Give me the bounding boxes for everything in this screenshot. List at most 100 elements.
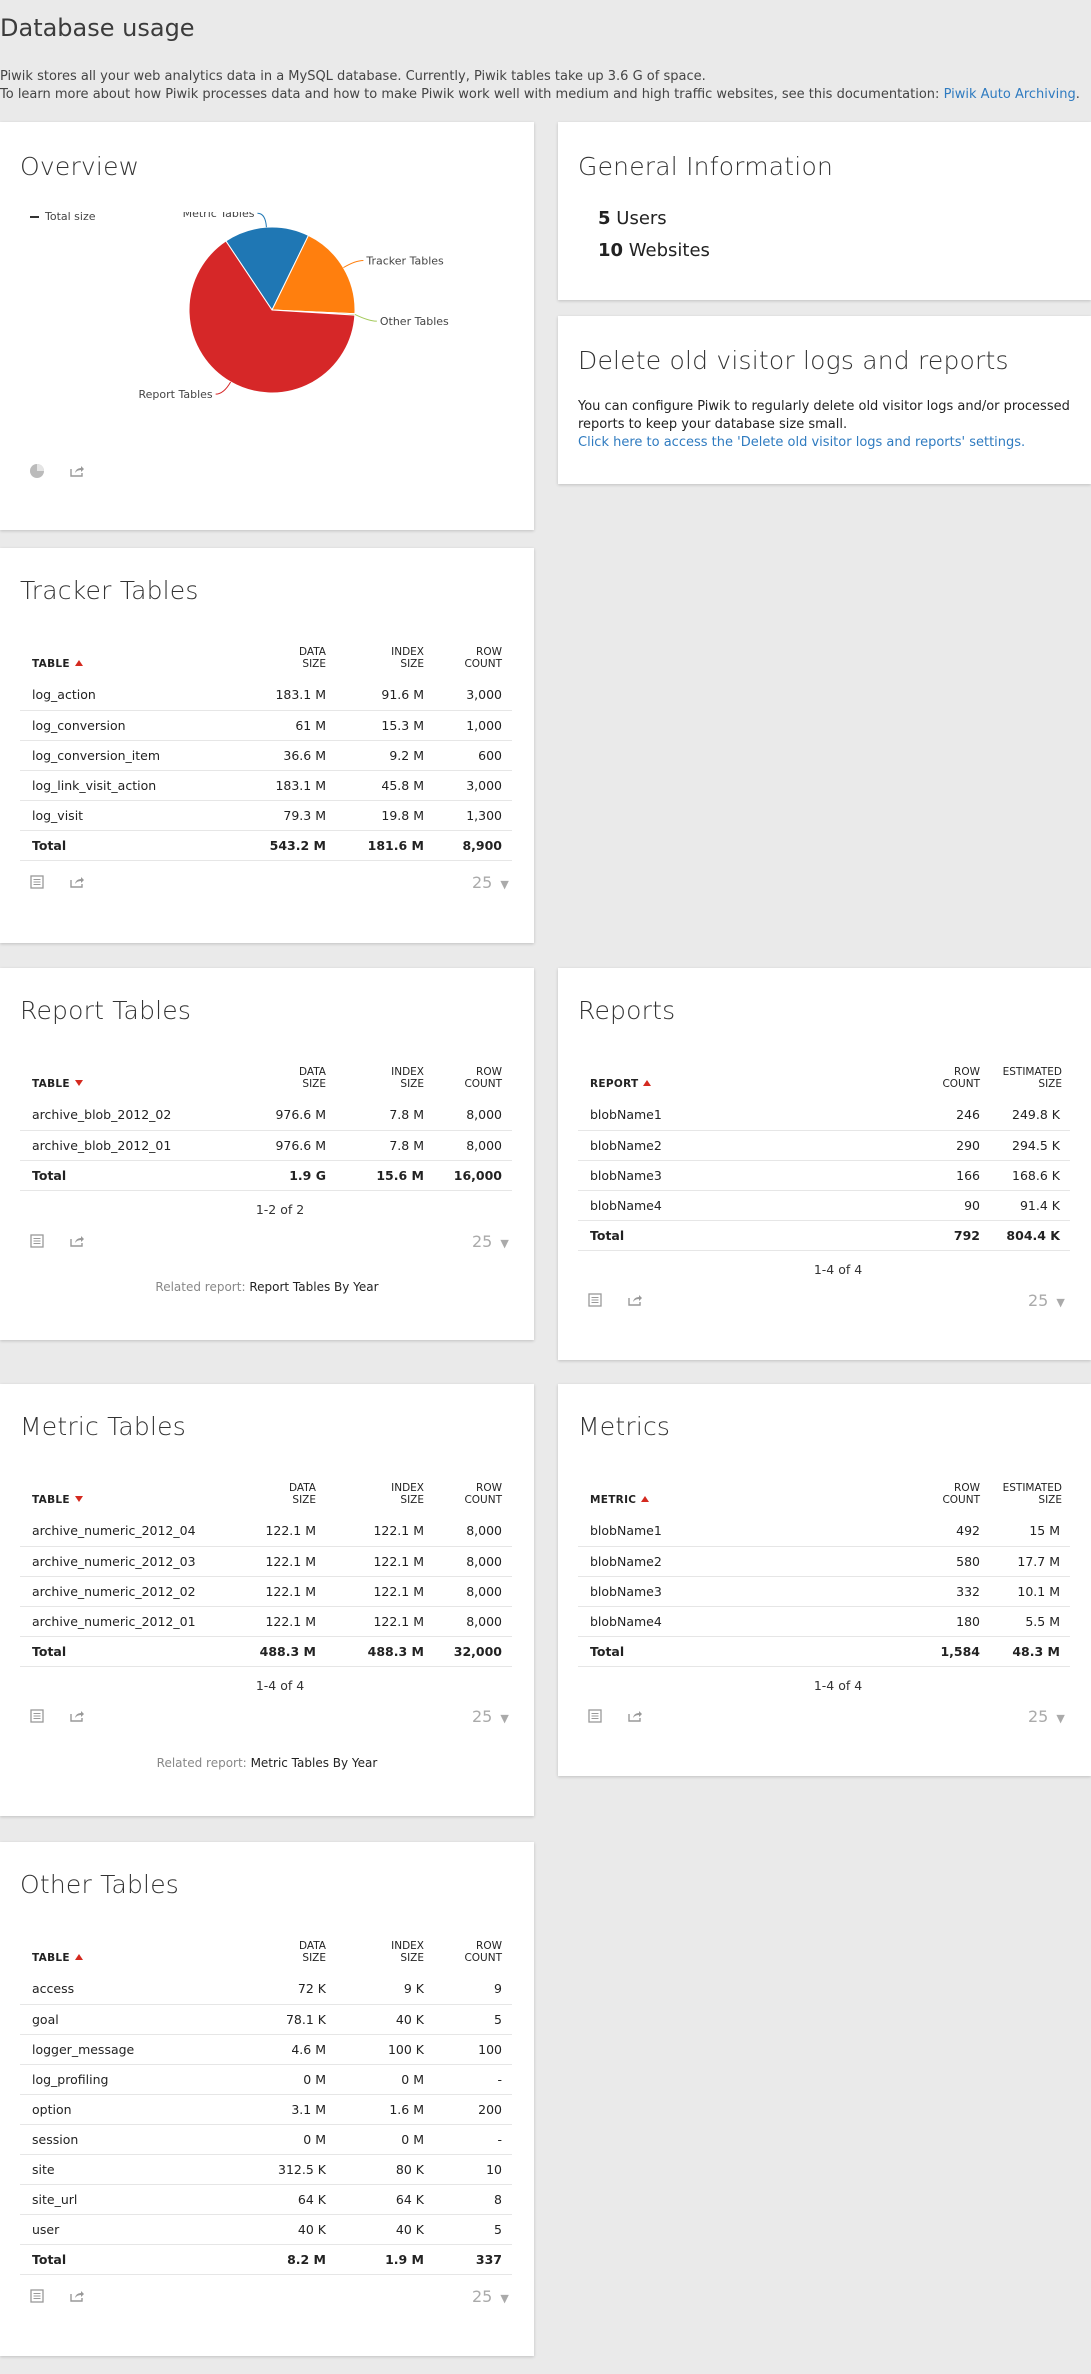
limit-selector[interactable]: 25 ▼ (472, 1707, 509, 1726)
table-view-icon[interactable] (28, 873, 46, 891)
column-header-row-count[interactable]: ROW COUNT (424, 646, 512, 680)
table-row[interactable]: archive_numeric_2012_04 122.1 M 122.1 M 8,0… (20, 1516, 512, 1547)
table-row[interactable]: access 72 K9 K9 (20, 1974, 512, 2005)
pie-label-connector (354, 313, 377, 322)
table-cell-rows: 8,000 (424, 1546, 512, 1577)
table-row[interactable]: blobName2 290 294.5 K (578, 1130, 1070, 1161)
total-cell-index: 488.3 M (316, 1636, 424, 1667)
total-cell-data: 8.2 M (216, 2244, 326, 2275)
table-row[interactable]: site 312.5 K 80 K 10 (20, 2154, 512, 2185)
column-header-data-size[interactable]: DATA SIZE (216, 1482, 316, 1516)
delete-logs-settings-link[interactable]: Click here to access the 'Delete old vis… (578, 435, 1025, 450)
limit-selector[interactable]: 25 ▼ (1028, 1291, 1065, 1310)
limit-selector[interactable]: 25 ▼ (1028, 1707, 1065, 1726)
pie-chart-icon[interactable] (28, 462, 46, 480)
column-header-table[interactable]: TABLE (20, 1940, 216, 1974)
table-row[interactable]: session 0 M0 M- (20, 2124, 512, 2155)
table-cell-index: 1.6 M (326, 2094, 424, 2125)
table-cell-rows: 200 (424, 2094, 512, 2125)
export-icon[interactable] (68, 1232, 86, 1250)
table-row[interactable]: blobName4 90 91.4 K (578, 1190, 1070, 1221)
table-row[interactable]: option 3.1 M 1.6 M 200 (20, 2094, 512, 2125)
column-header-estimated-size[interactable]: ESTIMATED SIZE (980, 1066, 1070, 1100)
column-header-row-count[interactable]: ROW COUNT (424, 1482, 512, 1516)
reports-table: REPORT ROW COUNT ESTIMATED SIZE blobName1 2… (578, 1066, 1070, 1251)
table-row[interactable]: archive_numeric_2012_03 122.1 M 122.1 M 8,0… (20, 1546, 512, 1577)
table-row[interactable]: logger_message 4.6 M 100 K 100 (20, 2034, 512, 2065)
limit-selector[interactable]: 25 ▼ (472, 873, 509, 892)
column-header-table[interactable]: TABLE (20, 1066, 216, 1100)
column-header-index-size[interactable]: INDEX SIZE (326, 1940, 424, 1974)
table-total-row: Total 1.9 G 15.6 M 16,000 (20, 1160, 512, 1191)
table-view-icon[interactable] (586, 1291, 604, 1309)
auto-archiving-link[interactable]: Piwik Auto Archiving (944, 87, 1076, 102)
metrics-table: METRIC ROW COUNT ESTIMATED SIZE blobName1 4… (578, 1482, 1070, 1667)
column-header-row-count[interactable]: ROW COUNT (424, 1940, 512, 1974)
table-row[interactable]: blobName1 246 249.8 K (578, 1100, 1070, 1131)
table-row[interactable]: user 40 K 40 K5 (20, 2214, 512, 2245)
table-cell-rows: 180 (898, 1606, 980, 1637)
table-row[interactable]: blobName4 180 5.5 M (578, 1606, 1070, 1637)
column-header-data-size[interactable]: DATA SIZE (216, 1940, 326, 1974)
table-cell-rows: - (424, 2124, 512, 2155)
table-row[interactable]: archive_numeric_2012_02 122.1 M 122.1 M 8,0… (20, 1576, 512, 1607)
table-row[interactable]: log_link_visit_action 183.1 M 45.8 M 3,000 (20, 770, 512, 801)
column-header-index-size[interactable]: INDEX SIZE (326, 1066, 424, 1100)
table-row[interactable]: blobName3 166 168.6 K (578, 1160, 1070, 1191)
table-row[interactable]: log_conversion_item 36.6 M 9.2 M 600 (20, 740, 512, 771)
column-header-report[interactable]: REPORT (578, 1066, 898, 1100)
total-cell-data: 1.9 G (216, 1160, 326, 1191)
table-row[interactable]: goal 78.1 K 40 K5 (20, 2004, 512, 2035)
table-row[interactable]: blobName1 492 15 M (578, 1516, 1070, 1547)
table-cell-data: 0 M (216, 2124, 326, 2155)
table-view-icon[interactable] (28, 1232, 46, 1250)
table-cell-index: 80 K (326, 2154, 424, 2185)
table-row[interactable]: site_url 64 K 64 K8 (20, 2184, 512, 2215)
related-report: Related report: Report Tables By Year (0, 1280, 534, 1294)
table-cell-index: 15.3 M (326, 710, 424, 741)
tracker-tables-table: TABLE DATA SIZE INDEX SIZE ROW COUNT log_ac… (20, 646, 512, 861)
table-row[interactable]: log_conversion 61 M 15.3 M 1,000 (20, 710, 512, 741)
reports-title: Reports (578, 996, 676, 1025)
limit-selector[interactable]: 25 ▼ (472, 2287, 509, 2306)
table-row[interactable]: log_visit 79.3 M 19.8 M 1,300 (20, 800, 512, 831)
table-row[interactable]: log_profiling 0 M0 M- (20, 2064, 512, 2095)
intro-suffix: . (1075, 87, 1080, 102)
pie-label: Metric Tables (183, 212, 255, 220)
related-report-link[interactable]: Metric Tables By Year (251, 1756, 378, 1770)
total-cell-size: 804.4 K (980, 1220, 1070, 1251)
pie-label-connector (343, 259, 364, 269)
table-cell-name: blobName1 (578, 1516, 898, 1547)
pagination-info: 1-4 of 4 (813, 1678, 863, 1693)
column-header-row-count[interactable]: ROW COUNT (424, 1066, 512, 1100)
export-icon[interactable] (626, 1707, 644, 1725)
table-row[interactable]: archive_blob_2012_02 976.6 M 7.8 M 8,000 (20, 1100, 512, 1131)
column-header-row-count[interactable]: ROW COUNT (898, 1482, 980, 1516)
column-header-index-size[interactable]: INDEX SIZE (316, 1482, 424, 1516)
table-row[interactable]: archive_numeric_2012_01 122.1 M 122.1 M 8,0… (20, 1606, 512, 1637)
table-cell-rows: 166 (898, 1160, 980, 1191)
table-view-icon[interactable] (28, 1707, 46, 1725)
related-report-link[interactable]: Report Tables By Year (249, 1280, 378, 1294)
column-header-data-size[interactable]: DATA SIZE (216, 1066, 326, 1100)
export-icon[interactable] (68, 873, 86, 891)
table-row[interactable]: archive_blob_2012_01 976.6 M 7.8 M 8,000 (20, 1130, 512, 1161)
table-view-icon[interactable] (28, 2287, 46, 2305)
column-header-index-size[interactable]: INDEX SIZE (326, 646, 424, 680)
column-header-estimated-size[interactable]: ESTIMATED SIZE (980, 1482, 1070, 1516)
table-view-icon[interactable] (586, 1707, 604, 1725)
limit-selector[interactable]: 25 ▼ (472, 1232, 509, 1251)
table-row[interactable]: blobName3 332 10.1 M (578, 1576, 1070, 1607)
column-header-metric[interactable]: METRIC (578, 1482, 898, 1516)
export-icon[interactable] (68, 1707, 86, 1725)
export-icon[interactable] (626, 1291, 644, 1309)
column-header-data-size[interactable]: DATA SIZE (216, 646, 326, 680)
export-icon[interactable] (68, 462, 86, 480)
column-header-row-count[interactable]: ROW COUNT (898, 1066, 980, 1100)
table-row[interactable]: blobName2 580 17.7 M (578, 1546, 1070, 1577)
table-row[interactable]: log_action 183.1 M 91.6 M 3,000 (20, 680, 512, 711)
export-icon[interactable] (68, 2287, 86, 2305)
column-header-table[interactable]: TABLE (20, 1482, 216, 1516)
column-header-table[interactable]: TABLE (20, 646, 216, 680)
table-total-row: Total 792 804.4 K (578, 1220, 1070, 1251)
